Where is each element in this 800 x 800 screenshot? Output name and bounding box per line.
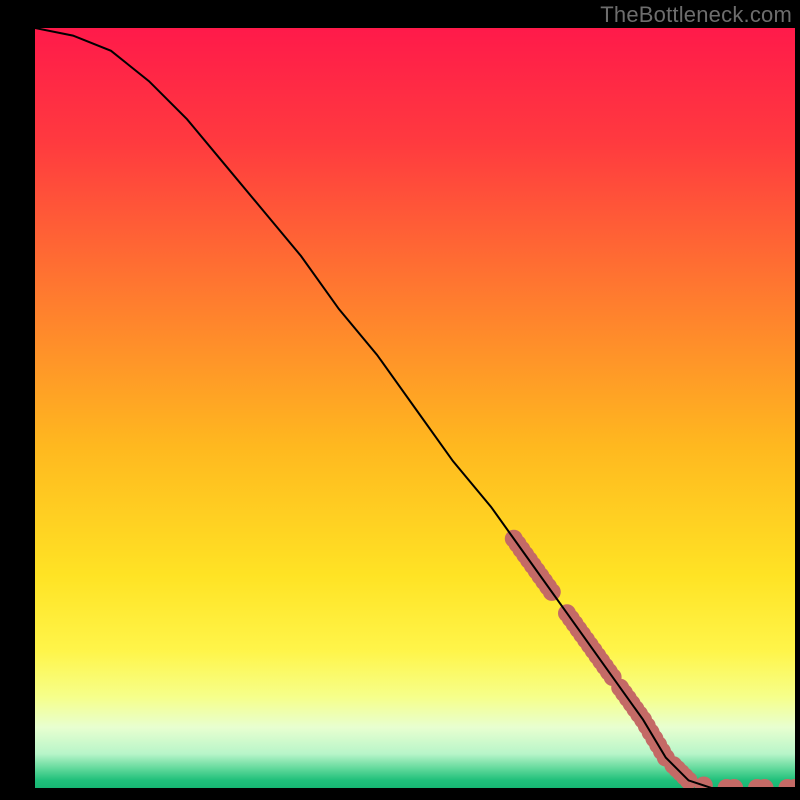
bottleneck-curve: [35, 28, 795, 788]
plot-area: [35, 28, 795, 788]
attribution-label: TheBottleneck.com: [600, 2, 792, 28]
chart-stage: TheBottleneck.com: [0, 0, 800, 800]
highlight-dots-layer: [505, 530, 795, 788]
plot-foreground: [35, 28, 795, 788]
